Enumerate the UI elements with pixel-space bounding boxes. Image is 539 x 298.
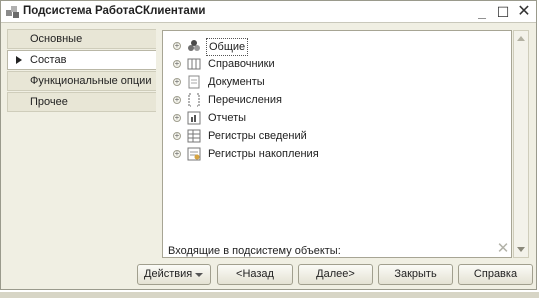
accumulation-registers-icon	[187, 147, 201, 161]
actions-button-label: Действия	[144, 268, 193, 280]
info-registers-icon	[187, 129, 201, 143]
help-button[interactable]: Справка	[458, 264, 533, 285]
tree-node-info-registers[interactable]: + Регистры сведений	[163, 127, 503, 145]
window-title: Подсистема РаботаСКлиентами	[23, 5, 206, 17]
tree-node-label: Документы	[208, 76, 265, 88]
close-dialog-button[interactable]: Закрыть	[378, 264, 453, 285]
objects-tree[interactable]: + Общие + Справочники + Документы + Пере…	[162, 30, 512, 258]
clear-icon[interactable]: ✕	[496, 241, 510, 256]
active-arrow-icon	[16, 56, 22, 64]
tree-node-label: Отчеты	[208, 112, 247, 124]
actions-button[interactable]: Действия	[137, 264, 211, 285]
reports-icon	[187, 111, 201, 125]
expand-icon[interactable]: +	[173, 60, 181, 68]
tree-node-label: Регистры сведений	[208, 130, 307, 142]
documents-icon	[188, 75, 200, 89]
subsystem-window: Подсистема РаботаСКлиентами _ ☐ ✕ Основн…	[0, 0, 537, 290]
tree-node-catalogs[interactable]: + Справочники	[163, 55, 503, 73]
tree-node-label: Общие	[206, 38, 249, 56]
minimize-button[interactable]: _	[473, 3, 491, 21]
title-bar[interactable]: Подсистема РаботаСКлиентами _ ☐ ✕	[1, 1, 536, 23]
sidebar-tabs: Основные Состав Функциональные опции Про…	[7, 29, 157, 113]
tree-node-common[interactable]: + Общие	[163, 37, 503, 56]
expand-icon[interactable]: +	[173, 114, 181, 122]
subsystem-icon	[6, 6, 19, 18]
tree-node-accumulation-registers[interactable]: + Регистры накопления	[163, 145, 503, 163]
maximize-button[interactable]: ☐	[494, 3, 512, 21]
tree-node-reports[interactable]: + Отчеты	[163, 109, 503, 127]
back-button[interactable]: <Назад	[217, 264, 293, 285]
sidebar-item-label: Основные	[30, 33, 83, 45]
tree-node-label: Регистры накопления	[208, 148, 319, 160]
enums-icon	[188, 93, 200, 107]
chevron-down-icon	[195, 273, 203, 277]
bottom-edge	[0, 292, 539, 298]
expand-icon[interactable]: +	[173, 132, 181, 140]
sidebar-item-composition[interactable]: Состав	[7, 50, 157, 70]
tree-node-enums[interactable]: + Перечисления	[163, 91, 503, 109]
sidebar-item-label: Прочее	[30, 96, 68, 108]
scroll-up-icon[interactable]	[517, 36, 525, 41]
sidebar-item-main[interactable]: Основные	[7, 29, 157, 49]
tree-node-label: Перечисления	[208, 94, 282, 106]
sidebar-item-label: Функциональные опции	[30, 75, 152, 87]
tree-node-label: Справочники	[208, 58, 275, 70]
scroll-down-icon[interactable]	[517, 247, 525, 252]
expand-icon[interactable]: +	[173, 150, 181, 158]
sidebar-item-label: Состав	[30, 54, 67, 66]
expand-icon[interactable]: +	[173, 78, 181, 86]
included-objects-label: Входящие в подсистему объекты:	[168, 245, 341, 257]
common-icon	[188, 40, 200, 51]
tree-scrollbar[interactable]	[513, 30, 529, 258]
composition-panel: + Общие + Справочники + Документы + Пере…	[156, 27, 534, 261]
next-button[interactable]: Далее>	[298, 264, 373, 285]
sidebar-item-functional-options[interactable]: Функциональные опции	[7, 71, 157, 91]
close-button[interactable]: ✕	[515, 3, 533, 21]
expand-icon[interactable]: +	[173, 96, 181, 104]
sidebar-item-other[interactable]: Прочее	[7, 92, 157, 112]
expand-icon[interactable]: +	[173, 42, 181, 50]
catalogs-icon	[187, 58, 201, 70]
tree-node-documents[interactable]: + Документы	[163, 73, 503, 91]
